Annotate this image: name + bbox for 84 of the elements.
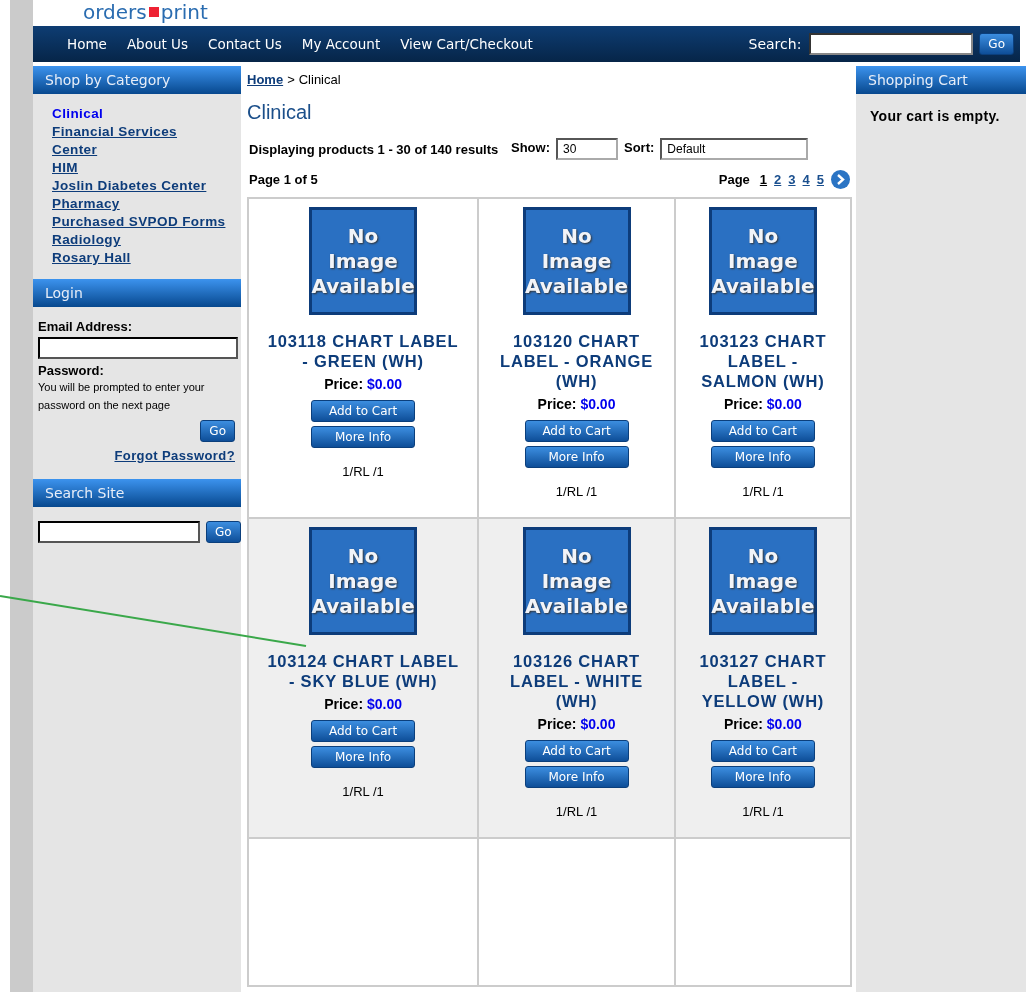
add-to-cart-button[interactable]: Add to Cart — [311, 720, 416, 742]
product-title[interactable]: 103118 CHART LABEL - GREEN (WH) — [253, 331, 474, 371]
breadcrumb-link[interactable]: Home — [247, 72, 284, 87]
unit-text: 1/RL /1 — [342, 464, 384, 479]
search-button[interactable]: Go — [206, 521, 241, 543]
next-page-icon[interactable] — [831, 170, 850, 189]
more-info-button[interactable]: More Info — [524, 766, 629, 788]
nav-link[interactable]: Contact Us — [202, 36, 288, 52]
product-title[interactable]: 103124 CHART LABEL - SKY BLUE (WH) — [253, 651, 474, 691]
password-note: You will be prompted to enter your password on the next page — [38, 380, 206, 413]
category-link[interactable]: Purchased SVPOD Forms — [52, 214, 241, 229]
category-link[interactable]: Center — [52, 142, 241, 157]
price: Price: $0.00 — [324, 696, 402, 712]
search-label: Search: — [748, 36, 802, 52]
price: Price: $0.00 — [724, 716, 802, 732]
price: Price: $0.00 — [537, 396, 616, 412]
price: Price: $0.00 — [724, 396, 802, 412]
logo[interactable]: orders print — [83, 0, 208, 24]
placeholder-text: No Image Available — [311, 223, 415, 299]
page-count: Page 1 of 5 — [249, 172, 318, 187]
category-link[interactable]: Radiology — [52, 232, 241, 247]
field-label: Password: — [38, 363, 105, 378]
price: Price: $0.00 — [324, 376, 402, 392]
category-link[interactable]: Financial Services — [52, 124, 241, 139]
search-field[interactable] — [38, 521, 200, 543]
page-link[interactable]: 1 — [759, 172, 768, 187]
email-field[interactable] — [38, 337, 238, 359]
add-to-cart-button[interactable]: Add to Cart — [710, 420, 815, 442]
forgot-password-link[interactable]: Forgot Password? — [114, 448, 235, 463]
section-header: Login — [33, 279, 241, 307]
placeholder-text: No Image Available — [524, 543, 629, 619]
field-label: Email Address: — [38, 319, 134, 334]
add-to-cart-button[interactable]: Add to Cart — [710, 740, 815, 762]
more-info-button[interactable]: More Info — [710, 446, 815, 468]
page-link[interactable]: 2 — [774, 172, 782, 187]
page-link[interactable]: 4 — [802, 172, 810, 187]
add-to-cart-button[interactable]: Add to Cart — [524, 420, 629, 442]
breadcrumb-current: Clinical — [298, 72, 341, 87]
category-link[interactable]: Pharmacy — [52, 196, 241, 211]
section-header: Search Site — [33, 479, 241, 507]
unit-text: 1/RL /1 — [742, 804, 784, 819]
product-title[interactable]: 103126 CHART LABEL - WHITE (WH) — [483, 651, 670, 711]
more-info-button[interactable]: More Info — [524, 446, 629, 468]
unit-text: 1/RL /1 — [342, 784, 384, 799]
placeholder-text: No Image Available — [711, 223, 815, 299]
sort-field[interactable]: Default — [660, 138, 809, 160]
search-button[interactable]: Go — [979, 33, 1014, 55]
results-summary: Displaying products 1 - 30 of 140 results — [249, 141, 500, 157]
breadcrumb-separator: > — [287, 72, 295, 87]
price: Price: $0.00 — [537, 716, 616, 732]
add-to-cart-button[interactable]: Add to Cart — [524, 740, 629, 762]
nav-link[interactable]: Home — [61, 36, 113, 52]
sort-label: Sort: — [624, 140, 655, 155]
unit-text: 1/RL /1 — [555, 804, 598, 819]
section-header: Shopping Cart — [856, 66, 1026, 94]
cart-message: Your cart is empty. — [869, 107, 1001, 126]
category-link[interactable]: Rosary Hall — [52, 250, 241, 265]
login-button[interactable]: Go — [200, 420, 235, 442]
product-title[interactable]: 103127 CHART LABEL - YELLOW (WH) — [679, 651, 846, 711]
page-link[interactable]: 3 — [788, 172, 796, 187]
page-heading: Clinical — [247, 101, 313, 124]
nav-link[interactable]: View Cart/Checkout — [394, 36, 539, 52]
more-info-button[interactable]: More Info — [311, 746, 416, 768]
nav-link[interactable]: My Account — [295, 36, 387, 52]
unit-text: 1/RL /1 — [742, 484, 784, 499]
nav-link[interactable]: About Us — [120, 36, 194, 52]
add-to-cart-button[interactable]: Add to Cart — [311, 400, 416, 422]
category-link[interactable]: Joslin Diabetes Center — [52, 178, 241, 193]
page-link[interactable]: 5 — [816, 172, 824, 187]
placeholder-text: No Image Available — [711, 543, 815, 619]
show-label: Show: — [511, 140, 550, 155]
show-field[interactable]: 30 — [556, 138, 618, 160]
more-info-button[interactable]: More Info — [710, 766, 815, 788]
product-title[interactable]: 103120 CHART LABEL - ORANGE (WH) — [483, 331, 670, 391]
category-link[interactable]: HIM — [52, 160, 241, 175]
product-title[interactable]: 103123 CHART LABEL - SALMON (WH) — [679, 331, 846, 391]
category-link[interactable]: Clinical — [52, 106, 241, 121]
unit-text: 1/RL /1 — [555, 484, 598, 499]
placeholder-text: No Image Available — [524, 223, 629, 299]
placeholder-text: No Image Available — [311, 543, 415, 619]
more-info-button[interactable]: More Info — [311, 426, 416, 448]
search-field[interactable] — [809, 33, 974, 55]
pager-label: Page — [718, 172, 750, 187]
section-header: Shop by Category — [33, 66, 241, 94]
